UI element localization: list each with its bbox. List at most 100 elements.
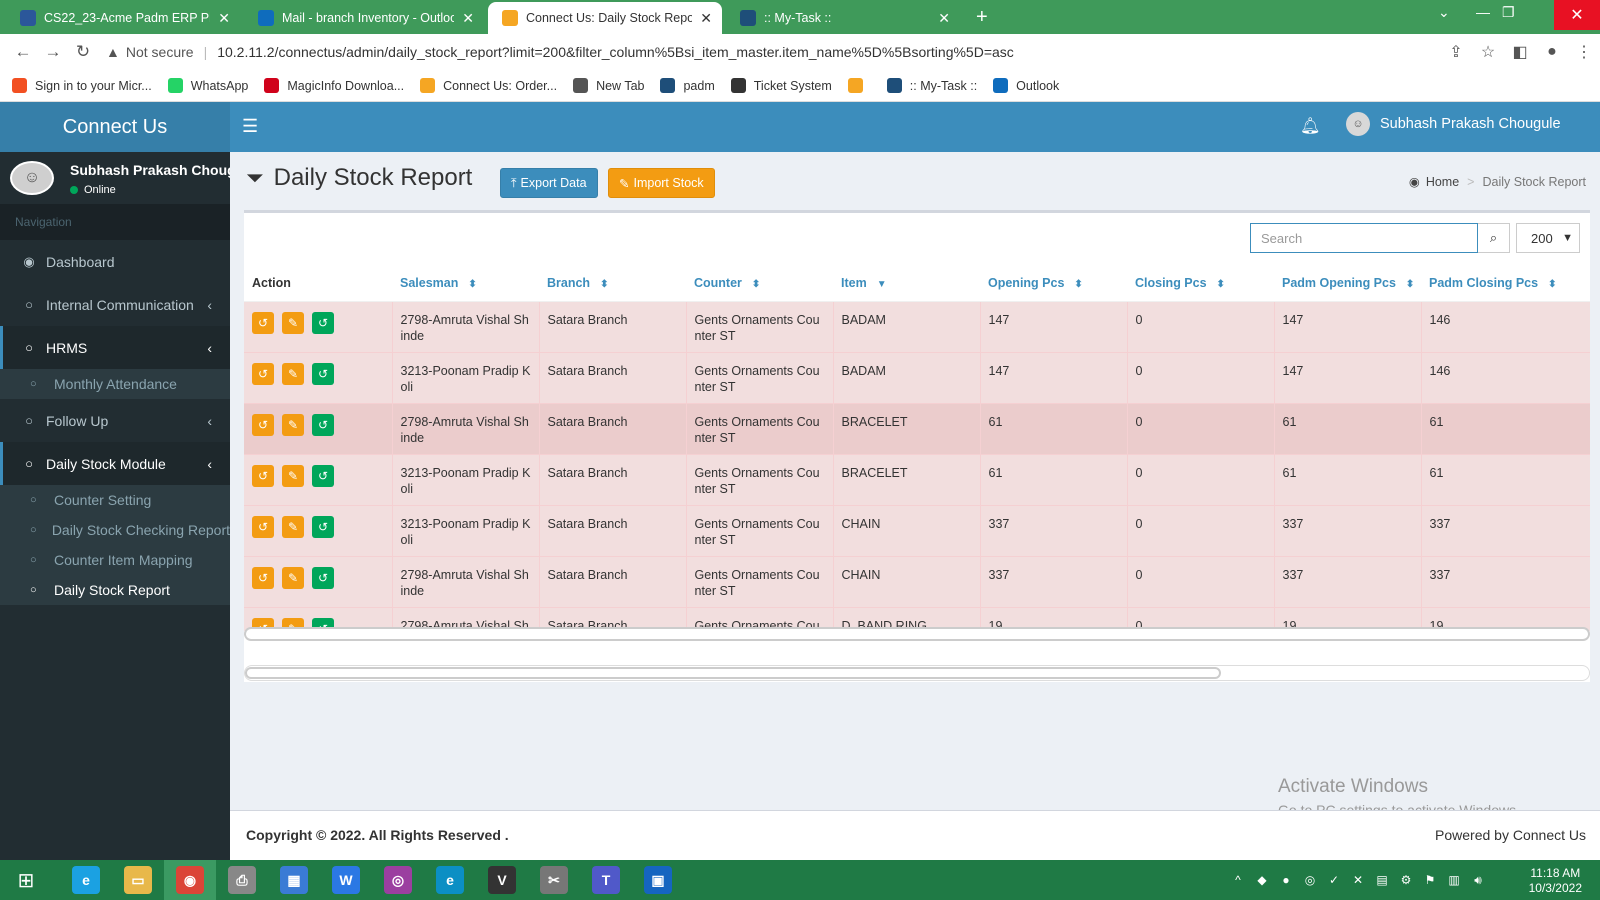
bookmark-item[interactable]: Connect Us: Order... [420, 78, 557, 93]
back-icon[interactable]: ← [8, 42, 38, 62]
taskbar-app[interactable]: ✂ [528, 860, 580, 900]
tab-close-icon[interactable]: ✕ [938, 10, 950, 27]
tab-close-icon[interactable]: ✕ [700, 10, 712, 27]
sidebar-subitem-daily-stock-checking-report[interactable]: ○ Daily Stock Checking Report [0, 515, 230, 545]
hamburger-icon[interactable]: ☰ [242, 116, 258, 137]
url-field[interactable]: ▲ Not secure | 10.2.11.2/connectus/admin… [106, 44, 1014, 60]
bookmark-item[interactable]: Outlook [993, 78, 1059, 93]
refresh-button[interactable]: ↺ [312, 311, 334, 334]
taskbar-app[interactable]: ▭ [112, 860, 164, 900]
tray-app-icon[interactable]: ✓ [1322, 873, 1346, 887]
inner-scrollbar[interactable] [244, 627, 1590, 641]
tray-arrow-icon[interactable]: ^ [1226, 873, 1250, 887]
column-header[interactable]: Padm Opening Pcs ⬍ [1274, 265, 1421, 302]
bookmark-item[interactable]: Sign in to your Micr... [12, 78, 152, 93]
browser-tab[interactable]: Mail - branch Inventory - Outloo ✕ [244, 2, 484, 34]
edit-button[interactable]: ✎ [282, 311, 304, 334]
sidebar-item-dashboard[interactable]: ◉ Dashboard [0, 240, 230, 283]
flag-icon[interactable]: ⚑ [1418, 873, 1442, 887]
history-button[interactable]: ↺ [252, 311, 274, 334]
taskbar-app[interactable]: e [424, 860, 476, 900]
sidebar-subitem-counter-setting[interactable]: ○ Counter Setting [0, 485, 230, 515]
sidebar-item-follow-up[interactable]: ○ Follow Up ‹ [0, 399, 230, 442]
import-stock-button[interactable]: ✎ Import Stock [608, 168, 715, 198]
export-data-button[interactable]: ⤒ Export Data [500, 168, 598, 198]
column-header[interactable]: Item ▼ [833, 265, 980, 302]
bookmark-item[interactable]: New Tab [573, 78, 644, 93]
column-header[interactable]: Salesman ⬍ [392, 265, 539, 302]
history-button[interactable]: ↺ [252, 464, 274, 487]
volume-icon[interactable]: 🔊︎ [1466, 873, 1490, 888]
taskbar-app[interactable]: ◎ [372, 860, 424, 900]
tray-app-icon[interactable]: ⚙ [1394, 873, 1418, 887]
reload-icon[interactable]: ↻ [68, 42, 98, 62]
sidebar-item-internal-communication[interactable]: ○ Internal Communication ‹ [0, 283, 230, 326]
tab-close-icon[interactable]: ✕ [218, 10, 230, 27]
edit-button[interactable]: ✎ [282, 515, 304, 538]
tray-app-icon[interactable]: ▤ [1370, 873, 1394, 887]
breadcrumb-home[interactable]: Home [1426, 175, 1459, 189]
refresh-button[interactable]: ↺ [312, 515, 334, 538]
horizontal-scrollbar[interactable] [244, 665, 1590, 681]
refresh-button[interactable]: ↺ [312, 413, 334, 436]
browser-tab[interactable]: :: My-Task :: ✕ [726, 2, 960, 34]
edit-button[interactable]: ✎ [282, 566, 304, 589]
sidebar-subitem-counter-item-mapping[interactable]: ○ Counter Item Mapping [0, 545, 230, 575]
new-tab-button[interactable]: + [976, 6, 988, 29]
refresh-button[interactable]: ↺ [312, 362, 334, 385]
browser-tab[interactable]: CS22_23-Acme Padm ERP Platfor ✕ [6, 2, 240, 34]
tab-search-icon[interactable]: ⌄ [1438, 4, 1450, 21]
minimize-icon[interactable]: — [1476, 4, 1490, 20]
scrollbar-thumb[interactable] [245, 667, 1221, 679]
history-button[interactable]: ↺ [252, 362, 274, 385]
column-header[interactable]: Closing Pcs ⬍ [1127, 265, 1274, 302]
bookmark-item[interactable]: padm [660, 78, 715, 93]
edit-button[interactable]: ✎ [282, 413, 304, 436]
share-icon[interactable]: ⇪ [1440, 42, 1472, 62]
column-header[interactable]: Padm Closing Pcs ⬍ [1421, 265, 1590, 302]
tab-close-icon[interactable]: ✕ [462, 10, 474, 27]
refresh-button[interactable]: ↺ [312, 464, 334, 487]
restore-icon[interactable]: ❐ [1502, 4, 1515, 21]
user-menu[interactable]: ☺ Subhash Prakash Chougule [1346, 112, 1561, 136]
search-input[interactable] [1250, 223, 1478, 253]
tray-app-icon[interactable]: ◎ [1298, 873, 1322, 887]
history-button[interactable]: ↺ [252, 515, 274, 538]
sidebar-subitem-daily-stock-report[interactable]: ○ Daily Stock Report [0, 575, 230, 605]
history-button[interactable]: ↺ [252, 413, 274, 436]
bookmark-item[interactable]: WhatsApp [167, 78, 248, 93]
clock[interactable]: 11:18 AM 10/3/2022 [1529, 866, 1582, 896]
tray-app-icon[interactable]: ● [1274, 873, 1298, 887]
network-tray-icon[interactable]: ▥ [1442, 873, 1466, 887]
taskbar-app[interactable]: T [580, 860, 632, 900]
taskbar-app[interactable]: ▦ [268, 860, 320, 900]
menu-dots-icon[interactable]: ⋮ [1568, 42, 1600, 62]
refresh-button[interactable]: ↺ [312, 566, 334, 589]
edit-button[interactable]: ✎ [282, 464, 304, 487]
bookmark-item[interactable]: :: My-Task :: [886, 78, 977, 93]
browser-tab[interactable]: Connect Us: Daily Stock Report ✕ [488, 2, 722, 34]
profile-icon[interactable]: ● [1536, 43, 1568, 61]
bookmark-item[interactable]: Ticket System [730, 78, 832, 93]
taskbar-app[interactable]: ⎙ [216, 860, 268, 900]
sidebar-item-daily-stock-module[interactable]: ○ Daily Stock Module ‹ [0, 442, 230, 485]
sidebar-item-hrms[interactable]: ○ HRMS ‹ [0, 326, 230, 369]
search-button[interactable]: ⌕ [1478, 223, 1510, 253]
sidebar-subitem-monthly-attendance[interactable]: ○ Monthly Attendance [0, 369, 230, 399]
close-window-icon[interactable]: ✕ [1554, 0, 1600, 30]
taskbar-app[interactable]: e [60, 860, 112, 900]
brand-logo[interactable]: Connect Us [0, 102, 230, 152]
taskbar-app[interactable]: ▣ [632, 860, 684, 900]
column-header[interactable]: Counter ⬍ [686, 265, 833, 302]
taskbar-app[interactable]: ⊞ [0, 860, 52, 900]
column-header[interactable]: Opening Pcs ⬍ [980, 265, 1127, 302]
taskbar-app[interactable]: ◉ [164, 860, 216, 900]
history-button[interactable]: ↺ [252, 566, 274, 589]
tray-app-icon[interactable]: ✕ [1346, 873, 1370, 887]
side-panel-icon[interactable]: ◧ [1504, 42, 1536, 62]
table-wrapper[interactable]: Action Salesman ⬍ Branch ⬍ Counter ⬍ Item ▼ Openi… [244, 265, 1590, 631]
limit-select[interactable]: 200 ▼ [1516, 223, 1580, 253]
forward-icon[interactable]: → [38, 42, 68, 62]
edit-button[interactable]: ✎ [282, 362, 304, 385]
bookmark-item[interactable]: MagicInfo Downloa... [264, 78, 404, 93]
